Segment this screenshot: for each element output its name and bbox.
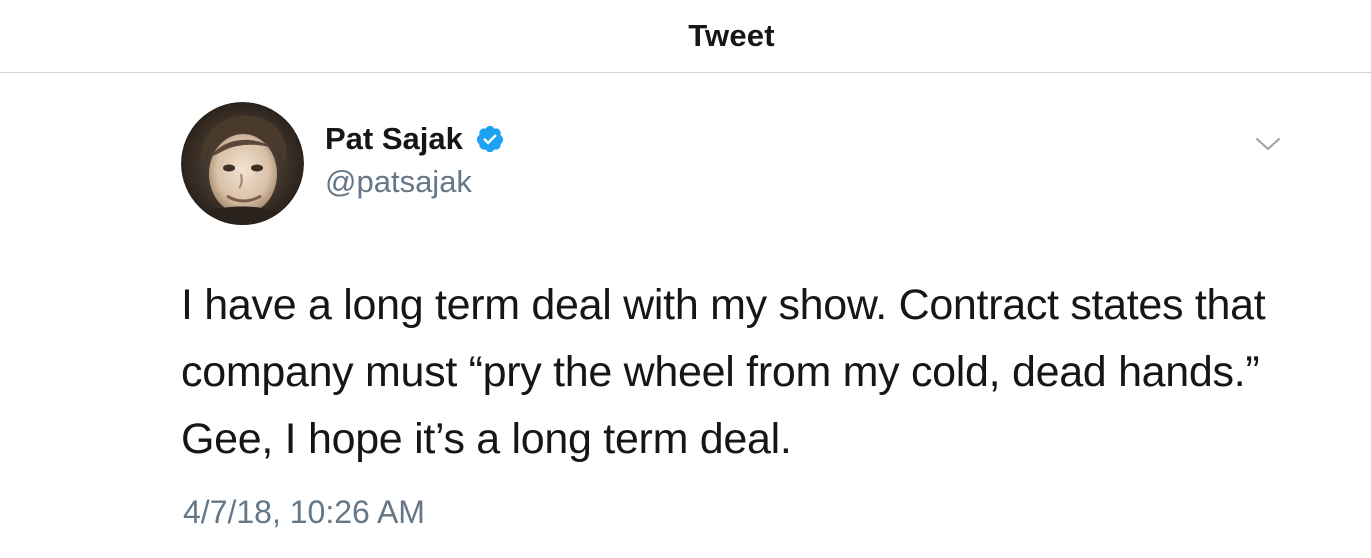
- page-title: Tweet: [688, 18, 775, 53]
- top-bar: Tweet: [0, 0, 1371, 73]
- tweet-text: I have a long term deal with my show. Co…: [181, 281, 1266, 463]
- verified-badge-icon: [475, 124, 505, 154]
- avatar[interactable]: [181, 102, 304, 225]
- chevron-down-icon[interactable]: [1254, 134, 1282, 154]
- tweet-timestamp[interactable]: 4/7/18, 10:26 AM: [183, 494, 425, 531]
- author-handle[interactable]: @patsajak: [325, 164, 472, 200]
- author-display-name[interactable]: Pat Sajak: [325, 121, 463, 157]
- author-name-row[interactable]: Pat Sajak: [325, 121, 505, 157]
- avatar-photo: [181, 102, 304, 225]
